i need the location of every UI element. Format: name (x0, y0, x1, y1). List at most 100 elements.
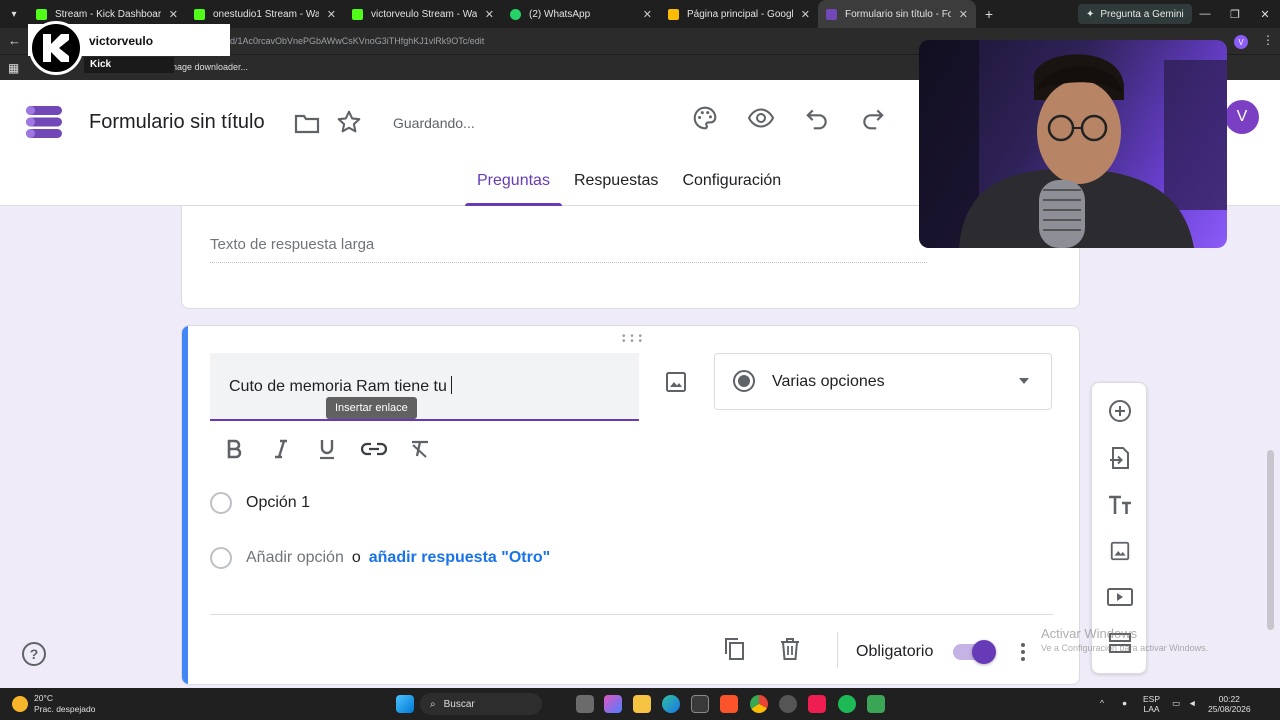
add-other-button[interactable]: añadir respuesta "Otro" (369, 549, 550, 567)
option-row-1[interactable]: Opción 1 (210, 490, 310, 516)
tab-title: Página principal - Google Drive (687, 8, 793, 20)
underline-icon[interactable] (313, 435, 341, 463)
close-tab-icon[interactable]: ✕ (485, 8, 494, 21)
new-tab-icon[interactable]: + (976, 6, 1002, 22)
webcam-overlay (919, 40, 1227, 248)
minimize-icon[interactable]: — (1190, 0, 1220, 28)
import-questions-icon[interactable] (1106, 444, 1134, 472)
toolbar-divider (837, 632, 838, 668)
add-image-icon[interactable] (664, 370, 688, 399)
taskbar-search[interactable]: ⌕ Buscar (420, 693, 542, 715)
copilot-icon[interactable] (604, 695, 622, 713)
user-avatar[interactable]: V (1225, 100, 1259, 134)
chrome-icon[interactable] (750, 695, 768, 713)
kick-favicon-icon (194, 8, 205, 20)
active-question-card[interactable]: • • • • • • Cuto de memoria Ram tiene tu … (181, 325, 1080, 685)
add-image-toolbar-icon[interactable] (1106, 537, 1134, 565)
delete-trash-icon[interactable] (777, 636, 803, 662)
add-option-button[interactable]: Añadir opción (246, 549, 344, 567)
tiktok-icon[interactable] (808, 695, 826, 713)
mic-icon[interactable]: ● (1122, 698, 1127, 708)
brave-icon[interactable] (720, 695, 738, 713)
network-icon[interactable]: ▭ (1172, 698, 1180, 708)
insert-link-icon[interactable] (360, 435, 388, 463)
tab-google-drive[interactable]: Página principal - Google Drive ✕ (660, 0, 818, 28)
or-separator: o (351, 549, 361, 566)
windows-taskbar: 20°C Prac. despejado ⌕ Buscar ^ ● ESP LA… (0, 688, 1280, 720)
move-to-folder-icon[interactable] (293, 109, 321, 137)
close-tab-icon[interactable]: ✕ (959, 8, 968, 21)
add-question-icon[interactable] (1106, 397, 1134, 425)
ask-gemini-button[interactable]: ✦ Pregunta a Gemini (1078, 4, 1192, 24)
star-icon[interactable] (335, 108, 363, 136)
radio-unchecked-icon (210, 492, 232, 514)
bookmark-item[interactable]: nage downloader... (172, 62, 248, 72)
task-view-icon[interactable] (576, 695, 594, 713)
windows-start-icon[interactable] (396, 695, 414, 713)
add-video-icon[interactable] (1106, 583, 1134, 611)
drag-handle-icon[interactable]: • • • • • • (622, 332, 643, 347)
kick-favicon-icon (36, 8, 47, 20)
close-tab-icon[interactable]: ✕ (643, 8, 652, 21)
question-type-dropdown[interactable]: Varias opciones (714, 353, 1052, 410)
kick-logo-icon (29, 21, 83, 75)
bold-icon[interactable] (220, 435, 248, 463)
close-tab-icon[interactable]: ✕ (327, 8, 336, 21)
tab-preguntas[interactable]: Preguntas (465, 172, 562, 206)
question-title-input[interactable]: Cuto de memoria Ram tiene tu (210, 353, 639, 421)
duplicate-icon[interactable] (721, 636, 747, 662)
close-tab-icon[interactable]: ✕ (801, 8, 810, 21)
tab-victorveulo-stream[interactable]: victorveulo Stream - Watch Live ✕ (344, 0, 502, 28)
question-text[interactable]: Cuto de memoria Ram tiene tu (229, 376, 452, 396)
drive-favicon-icon (668, 8, 679, 20)
more-options-icon[interactable] (1018, 639, 1028, 665)
google-forms-logo-icon[interactable] (24, 102, 64, 142)
whatsapp-favicon-icon (510, 8, 521, 20)
tray-chevron-icon[interactable]: ^ (1100, 698, 1104, 708)
restore-icon[interactable]: ❐ (1220, 0, 1250, 28)
italic-icon[interactable] (267, 435, 295, 463)
weather-widget[interactable]: 20°C Prac. despejado (12, 693, 95, 715)
tab-title: Stream - Kick Dashboard (55, 8, 161, 20)
streamlabs-icon[interactable] (867, 695, 885, 713)
preview-eye-icon[interactable] (747, 104, 775, 132)
form-tabs: Preguntas Respuestas Configuración (465, 172, 793, 206)
language-indicator[interactable]: ESP LAA (1143, 694, 1160, 714)
watermark-subtitle: Ve a Configuración para activar Windows. (1041, 643, 1209, 653)
undo-icon[interactable] (803, 104, 831, 132)
back-arrow-icon[interactable]: ← (8, 33, 21, 48)
edge-icon[interactable] (662, 695, 680, 713)
browser-menu-icon[interactable]: ⋮ (1262, 33, 1274, 47)
long-answer-placeholder: Texto de respuesta larga (210, 236, 927, 263)
obs-icon[interactable] (779, 695, 797, 713)
redo-icon[interactable] (859, 104, 887, 132)
search-icon: ⌕ (430, 698, 436, 710)
clear-formatting-icon[interactable] (406, 435, 434, 463)
palette-icon[interactable] (691, 104, 719, 132)
option-label[interactable]: Opción 1 (246, 494, 310, 512)
add-title-description-icon[interactable] (1106, 491, 1134, 519)
help-icon[interactable]: ? (22, 642, 46, 666)
volume-icon[interactable]: ◄ (1188, 698, 1196, 708)
page-scrollbar[interactable] (1267, 450, 1274, 630)
store-icon[interactable] (691, 695, 709, 713)
dropdown-arrow-icon (1019, 378, 1029, 384)
tab-title: victorveulo Stream - Watch Live (371, 8, 477, 20)
url-text[interactable]: d/1Ac0rcavObVnePGbAWwCsKVnoG3iTHfghKJ1vl… (230, 36, 484, 46)
close-window-icon[interactable]: ✕ (1250, 0, 1280, 28)
file-explorer-icon[interactable] (633, 695, 651, 713)
insert-link-tooltip: Insertar enlace (326, 397, 417, 419)
tab-google-forms[interactable]: Formulario sin título - Formular ✕ (818, 0, 976, 28)
browser-profile-avatar[interactable]: V (1234, 35, 1248, 49)
add-option-row: Añadir opción o añadir respuesta "Otro" (210, 545, 550, 571)
tab-whatsapp[interactable]: (2) WhatsApp ✕ (502, 0, 660, 28)
clock[interactable]: 00:22 25/08/2026 (1208, 694, 1251, 714)
close-tab-icon[interactable]: ✕ (169, 8, 178, 21)
tab-configuracion[interactable]: Configuración (670, 172, 793, 206)
form-title[interactable]: Formulario sin título (89, 111, 265, 134)
required-toggle[interactable] (953, 640, 996, 664)
spotify-icon[interactable] (838, 695, 856, 713)
tab-respuestas[interactable]: Respuestas (562, 172, 671, 206)
tab-search-chevron-icon[interactable]: ▾ (0, 0, 28, 28)
apps-grid-icon[interactable]: ▦ (8, 61, 19, 75)
